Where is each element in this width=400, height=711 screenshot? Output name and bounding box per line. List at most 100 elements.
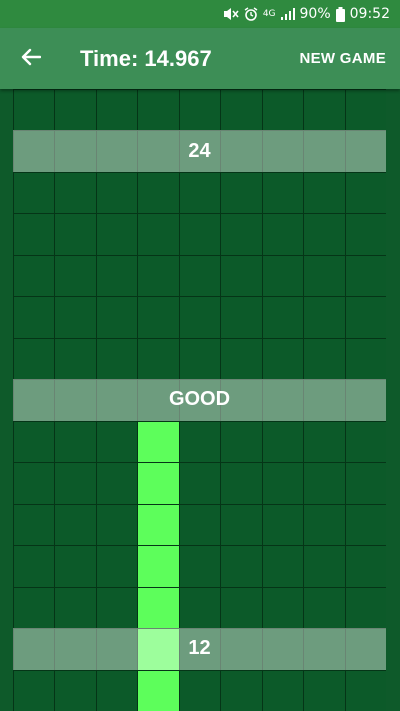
board-tile[interactable] bbox=[261, 337, 305, 381]
board-tile[interactable] bbox=[220, 296, 263, 339]
board-tile[interactable] bbox=[13, 296, 56, 339]
board-tile[interactable] bbox=[220, 669, 263, 711]
board-tile[interactable] bbox=[54, 420, 97, 464]
board-tile[interactable] bbox=[220, 337, 263, 381]
board-tile[interactable] bbox=[54, 462, 97, 505]
new-game-button[interactable]: NEW GAME bbox=[299, 28, 386, 89]
board-tile[interactable] bbox=[178, 254, 222, 298]
board-tile[interactable] bbox=[344, 462, 386, 505]
game-board[interactable]: 24 GOOD 12 bbox=[13, 89, 386, 711]
board-tile[interactable] bbox=[220, 628, 263, 671]
board-tile[interactable] bbox=[220, 503, 263, 547]
board-tile[interactable] bbox=[178, 379, 222, 422]
board-tile[interactable] bbox=[95, 213, 139, 256]
board-tile[interactable] bbox=[220, 586, 263, 630]
board-tile[interactable] bbox=[54, 171, 97, 215]
board-tile[interactable] bbox=[95, 669, 139, 711]
board-tile[interactable] bbox=[13, 254, 56, 298]
board-tile[interactable] bbox=[178, 337, 222, 381]
board-tile[interactable] bbox=[95, 254, 139, 298]
board-tile[interactable] bbox=[54, 669, 97, 711]
board-tile[interactable] bbox=[344, 89, 386, 132]
board-tile[interactable] bbox=[344, 669, 386, 711]
board-tile[interactable] bbox=[220, 420, 263, 464]
board-tile[interactable] bbox=[178, 586, 222, 630]
board-tile[interactable] bbox=[344, 503, 386, 547]
board-tile[interactable] bbox=[178, 213, 222, 256]
board-tile[interactable] bbox=[220, 462, 263, 505]
board-tile[interactable] bbox=[261, 503, 305, 547]
board-tile[interactable] bbox=[178, 462, 222, 505]
board-tile[interactable] bbox=[261, 462, 305, 505]
board-tile[interactable] bbox=[13, 130, 56, 173]
board-tile[interactable] bbox=[303, 89, 346, 132]
board-tile[interactable] bbox=[54, 337, 97, 381]
lit-tile[interactable] bbox=[137, 420, 180, 464]
board-tile[interactable] bbox=[54, 379, 97, 422]
board-tile[interactable] bbox=[13, 337, 56, 381]
board-tile[interactable] bbox=[303, 254, 346, 298]
board-tile[interactable] bbox=[261, 628, 305, 671]
board-tile[interactable] bbox=[13, 379, 56, 422]
board-tile[interactable] bbox=[344, 171, 386, 215]
board-tile[interactable] bbox=[303, 545, 346, 588]
board-tile[interactable] bbox=[137, 213, 180, 256]
board-tile[interactable] bbox=[95, 171, 139, 215]
board-tile[interactable] bbox=[95, 379, 139, 422]
board-tile[interactable] bbox=[54, 586, 97, 630]
board-tile[interactable] bbox=[95, 462, 139, 505]
board-tile[interactable] bbox=[261, 213, 305, 256]
board-tile[interactable] bbox=[178, 171, 222, 215]
board-tile[interactable] bbox=[261, 420, 305, 464]
board-tile[interactable] bbox=[13, 545, 56, 588]
board-tile[interactable] bbox=[220, 213, 263, 256]
board-tile[interactable] bbox=[54, 545, 97, 588]
board-tile[interactable] bbox=[13, 462, 56, 505]
board-tile[interactable] bbox=[95, 130, 139, 173]
board-tile[interactable] bbox=[54, 296, 97, 339]
lit-tile[interactable] bbox=[137, 586, 180, 630]
board-tile[interactable] bbox=[220, 545, 263, 588]
board-tile[interactable] bbox=[344, 586, 386, 630]
board-tile[interactable] bbox=[261, 586, 305, 630]
lit-tile[interactable] bbox=[137, 545, 180, 588]
board-tile[interactable] bbox=[54, 628, 97, 671]
board-tile[interactable] bbox=[303, 296, 346, 339]
board-tile[interactable] bbox=[54, 89, 97, 132]
board-tile[interactable] bbox=[220, 130, 263, 173]
board-tile[interactable] bbox=[54, 503, 97, 547]
board-tile[interactable] bbox=[95, 89, 139, 132]
board-tile[interactable] bbox=[344, 213, 386, 256]
board-tile[interactable] bbox=[95, 628, 139, 671]
board-tile[interactable] bbox=[220, 89, 263, 132]
board-tile[interactable] bbox=[303, 130, 346, 173]
board-tile[interactable] bbox=[178, 89, 222, 132]
board-tile[interactable] bbox=[13, 503, 56, 547]
board-tile[interactable] bbox=[95, 337, 139, 381]
board-tile[interactable] bbox=[261, 254, 305, 298]
board-tile[interactable] bbox=[178, 420, 222, 464]
board-tile[interactable] bbox=[178, 130, 222, 173]
board-tile[interactable] bbox=[303, 379, 346, 422]
board-tile[interactable] bbox=[95, 503, 139, 547]
board-tile[interactable] bbox=[220, 379, 263, 422]
board-tile[interactable] bbox=[13, 420, 56, 464]
board-tile[interactable] bbox=[303, 628, 346, 671]
board-tile[interactable] bbox=[261, 296, 305, 339]
board-tile[interactable] bbox=[54, 213, 97, 256]
board-tile[interactable] bbox=[13, 213, 56, 256]
board-tile[interactable] bbox=[13, 628, 56, 671]
board-tile[interactable] bbox=[137, 171, 180, 215]
board-tile[interactable] bbox=[13, 171, 56, 215]
board-tile[interactable] bbox=[137, 337, 180, 381]
lit-tile[interactable] bbox=[137, 669, 180, 711]
board-tile[interactable] bbox=[303, 586, 346, 630]
board-tile[interactable] bbox=[13, 669, 56, 711]
board-tile[interactable] bbox=[178, 669, 222, 711]
board-tile[interactable] bbox=[303, 171, 346, 215]
lit-tile[interactable] bbox=[137, 503, 180, 547]
board-tile[interactable] bbox=[303, 669, 346, 711]
board-tile[interactable] bbox=[344, 337, 386, 381]
board-tile[interactable] bbox=[137, 89, 180, 132]
board-tile[interactable] bbox=[13, 89, 56, 132]
